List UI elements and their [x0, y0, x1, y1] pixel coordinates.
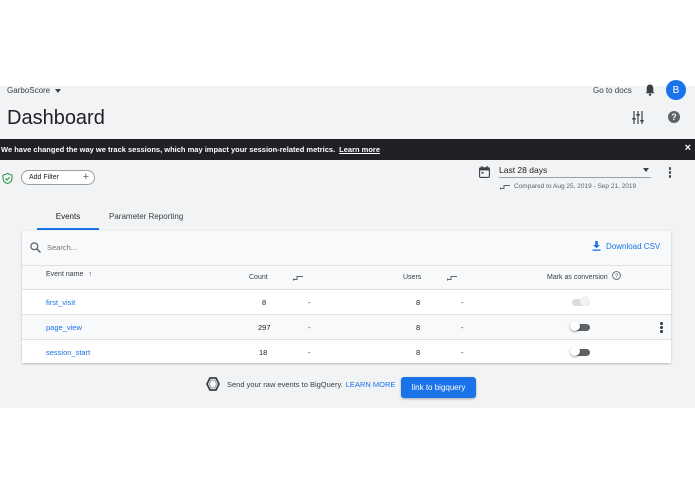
close-icon[interactable]: × [685, 142, 691, 154]
plus-icon: + [82, 171, 89, 183]
conversion-toggle[interactable] [570, 321, 592, 332]
conversion-toggle [570, 296, 592, 307]
count-change: - [308, 298, 311, 307]
report-tabs: Events Parameter Reporting [37, 210, 183, 230]
property-selector[interactable]: GarboScore [7, 86, 62, 95]
compare-period: Compared to Aug 25, 2019 - Sep 21, 2019 [500, 183, 636, 190]
count-change: - [308, 348, 311, 357]
help-icon[interactable]: ? [668, 111, 680, 123]
table-header: Event name ↑ Count Users Mark as convers… [22, 265, 671, 289]
compare-icon [293, 276, 303, 281]
property-name: GarboScore [7, 86, 51, 95]
event-users: 8 [416, 323, 421, 332]
column-event-name-label: Event name [46, 271, 84, 278]
column-users[interactable]: Users [403, 274, 421, 281]
column-count[interactable]: Count [249, 274, 268, 281]
page-title: Dashboard [7, 107, 105, 129]
count-change: - [308, 323, 311, 332]
more-vert-icon[interactable] [667, 167, 673, 179]
shield-check-icon [2, 173, 13, 184]
users-change: - [461, 323, 464, 332]
compare-icon [447, 276, 457, 281]
events-table-card: Download CSV Event name ↑ Count Users Ma… [22, 231, 671, 363]
add-filter-button[interactable]: Add Filter + [21, 170, 95, 185]
table-row: session_start 18 - 8 - [22, 339, 671, 364]
calendar-icon [479, 166, 490, 178]
column-conversion: Mark as conversion ? [547, 271, 621, 281]
notification-banner: We have changed the way we track session… [0, 139, 695, 160]
dropdown-caret-icon [643, 168, 649, 172]
users-change: - [461, 298, 464, 307]
go-to-docs-link[interactable]: Go to docs [593, 86, 632, 95]
event-name-link[interactable]: page_view [46, 323, 82, 332]
users-change: - [461, 348, 464, 357]
tab-events[interactable]: Events [37, 210, 99, 230]
banner-message: We have changed the way we track session… [1, 145, 336, 154]
tab-parameter-reporting[interactable]: Parameter Reporting [109, 210, 183, 230]
search-input[interactable] [47, 241, 247, 253]
table-toolbar: Download CSV [22, 231, 671, 265]
date-range-label: Last 28 days [499, 165, 548, 175]
download-csv-button[interactable]: Download CSV [592, 241, 660, 251]
sliders-icon[interactable] [632, 111, 644, 124]
event-users: 8 [416, 348, 421, 357]
top-bar: GarboScore Dashboard Go to docs B ? [0, 80, 695, 138]
column-event-name[interactable]: Event name ↑ [46, 271, 92, 278]
event-name-link[interactable]: first_visit [46, 298, 75, 307]
event-users: 8 [416, 298, 421, 307]
download-icon [592, 241, 601, 251]
compare-text: Compared to Aug 25, 2019 - Sep 21, 2019 [514, 183, 637, 190]
event-count: 8 [262, 298, 267, 307]
more-vert-icon[interactable] [660, 322, 664, 334]
link-to-bigquery-button[interactable]: link to bigquery [401, 377, 476, 398]
bigquery-icon [206, 377, 220, 391]
event-count: 297 [258, 323, 271, 332]
analytics-app: GarboScore Dashboard Go to docs B ? We h… [0, 80, 695, 408]
table-row: page_view 297 - 8 - [22, 314, 671, 339]
bigquery-text: Send your raw events to BigQuery. [227, 379, 343, 389]
bigquery-promo: Send your raw events to BigQuery. LEARN … [206, 377, 395, 391]
date-range-selector[interactable]: Last 28 days [499, 165, 651, 178]
search-icon [30, 242, 41, 253]
banner-learn-more-link[interactable]: Learn more [339, 145, 380, 154]
conversion-toggle[interactable] [570, 346, 592, 357]
column-conversion-label: Mark as conversion [547, 274, 608, 281]
bell-icon[interactable] [645, 84, 655, 96]
avatar[interactable]: B [666, 80, 686, 100]
compare-icon [500, 184, 510, 190]
download-csv-label: Download CSV [606, 241, 661, 251]
bigquery-learn-more-link[interactable]: LEARN MORE [346, 380, 396, 389]
info-icon[interactable]: ? [611, 271, 621, 280]
event-count: 18 [259, 348, 268, 357]
event-name-link[interactable]: session_start [46, 348, 90, 357]
table-row: first_visit 8 - 8 - [22, 289, 671, 314]
dropdown-caret-icon [55, 88, 62, 93]
add-filter-label: Add Filter [29, 174, 59, 181]
sort-arrow-up-icon: ↑ [88, 271, 92, 278]
